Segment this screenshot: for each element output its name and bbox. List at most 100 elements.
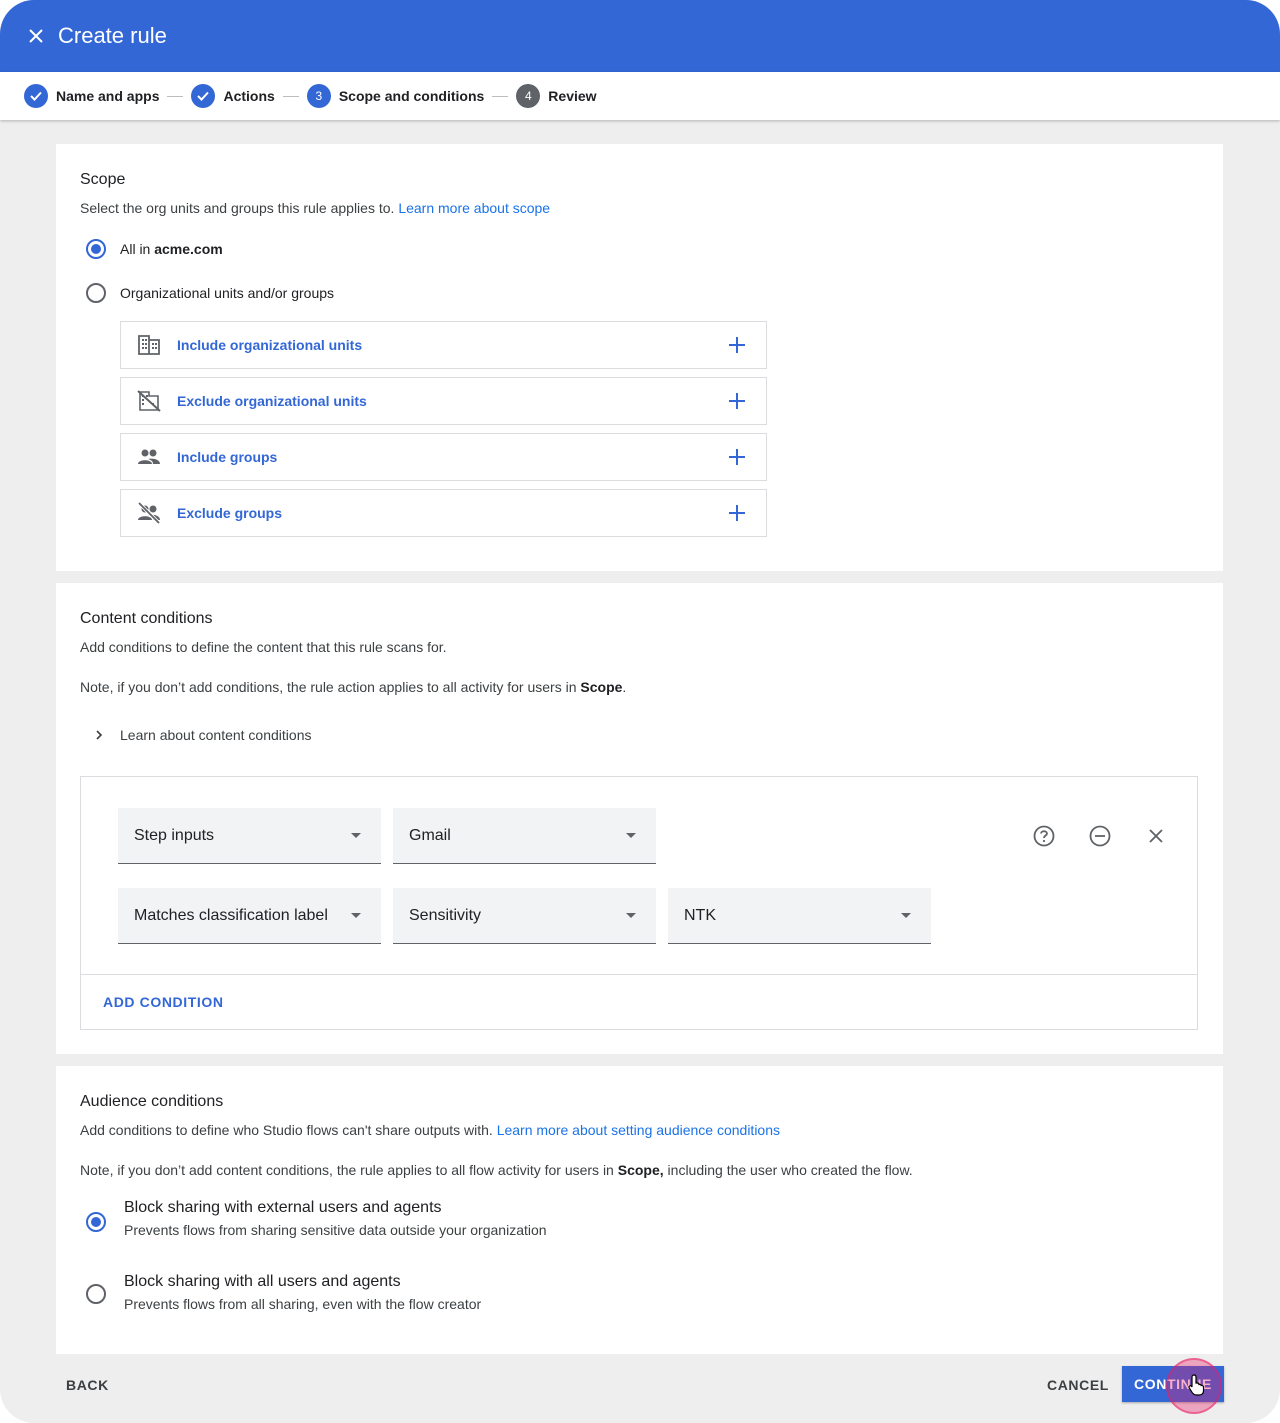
close-icon[interactable] [24, 24, 48, 48]
include-groups-picker[interactable]: Include groups [120, 433, 767, 481]
step-number: 4 [516, 84, 541, 108]
step-review[interactable]: 4 Review [516, 84, 597, 108]
stepper: Name and apps Actions 3 Scope and condit… [0, 72, 1280, 120]
scope-title: Scope [80, 171, 126, 188]
picker-label: Exclude groups [177, 505, 283, 521]
condition-field-select[interactable]: Step inputs [118, 808, 381, 864]
divider [81, 974, 1197, 975]
radio-all-domain[interactable] [86, 239, 106, 259]
condition-app-select[interactable]: Gmail [393, 808, 656, 864]
condition-operator-select[interactable]: Matches classification label [118, 888, 381, 944]
learn-more-scope-link[interactable]: Learn more about scope [398, 200, 550, 216]
radio-org-units-groups[interactable] [86, 283, 106, 303]
select-value: Matches classification label [134, 906, 328, 924]
scope-option-ous: Organizational units and/or groups [86, 283, 334, 303]
back-button[interactable]: BACK [66, 1377, 109, 1393]
step-actions[interactable]: Actions [191, 84, 275, 108]
scope-card: Scope Select the org units and groups th… [56, 144, 1223, 571]
option-subtitle: Prevents flows from all sharing, even wi… [124, 1296, 482, 1312]
scope-description-text: Select the org units and groups this rul… [80, 200, 399, 216]
plus-icon [729, 505, 745, 521]
audience-option-external: Block sharing with external users and ag… [124, 1199, 547, 1238]
exclude-org-units-picker[interactable]: Exclude organizational units [120, 377, 767, 425]
content-conditions-note: Note, if you don’t add conditions, the r… [80, 679, 626, 695]
dropdown-arrow-icon [901, 913, 911, 918]
remove-condition-icon[interactable] [1088, 824, 1112, 848]
note-suffix: . [622, 679, 627, 695]
learn-content-conditions-toggle[interactable]: Learn about content conditions [94, 727, 311, 743]
content-conditions-title: Content conditions [80, 610, 213, 627]
content-conditions-card: Content conditions Add conditions to def… [56, 583, 1223, 1054]
domain-name: acme.com [154, 241, 223, 257]
option-title: Block sharing with external users and ag… [124, 1199, 442, 1216]
scope-description: Select the org units and groups this rul… [80, 200, 550, 216]
note-text: Note, if you don’t add conditions, the r… [80, 679, 581, 695]
radio-block-external[interactable] [86, 1212, 106, 1232]
note-text: Note, if you don’t add content condition… [80, 1162, 618, 1178]
note-suffix: including the user who created the flow. [663, 1162, 913, 1178]
dropdown-arrow-icon [626, 913, 636, 918]
picker-label: Exclude organizational units [177, 393, 367, 409]
app-bar: Create rule [0, 0, 1280, 72]
picker-label: Include groups [177, 449, 278, 465]
step-label: Name and apps [56, 88, 160, 104]
plus-icon [729, 337, 745, 353]
audience-conditions-card: Audience conditions Add conditions to de… [56, 1066, 1223, 1354]
select-value: Step inputs [134, 826, 215, 844]
add-condition-button[interactable]: ADD CONDITION [103, 994, 224, 1010]
note-strong: Scope [580, 679, 623, 695]
audience-description-text: Add conditions to define who Studio flow… [80, 1122, 497, 1138]
chevron-right-icon [96, 730, 103, 740]
group-icon [121, 449, 177, 465]
step-divider [167, 95, 184, 97]
content-conditions-description: Add conditions to define the content tha… [80, 639, 447, 655]
scope-option-all-label: All in acme.com [120, 241, 223, 257]
scope-option-ous-label: Organizational units and/or groups [120, 285, 335, 301]
condition-group: Step inputs Gmail Matches classification… [80, 776, 1198, 1030]
audience-option-all: Block sharing with all users and agents … [124, 1273, 481, 1312]
dropdown-arrow-icon [626, 833, 636, 838]
step-label: Review [548, 88, 597, 104]
help-icon[interactable] [1032, 824, 1056, 848]
select-value: Gmail [409, 826, 451, 844]
group-off-icon [121, 502, 177, 524]
create-rule-dialog: Create rule Name and apps Actions 3 Scop… [0, 0, 1280, 1423]
audience-conditions-title: Audience conditions [80, 1093, 224, 1110]
step-label: Actions [223, 88, 275, 104]
building-icon [121, 335, 177, 355]
step-name-and-apps[interactable]: Name and apps [24, 84, 159, 108]
audience-conditions-description: Add conditions to define who Studio flow… [80, 1122, 780, 1138]
option-subtitle: Prevents flows from sharing sensitive da… [124, 1222, 547, 1238]
step-divider [492, 95, 509, 97]
delete-condition-icon[interactable] [1144, 824, 1168, 848]
plus-icon [729, 393, 745, 409]
step-scope-and-conditions[interactable]: 3 Scope and conditions [306, 84, 485, 108]
condition-label-select[interactable]: Sensitivity [393, 888, 656, 944]
select-value: Sensitivity [409, 906, 482, 924]
exclude-groups-picker[interactable]: Exclude groups [120, 489, 767, 537]
condition-value-select[interactable]: NTK [668, 888, 931, 944]
learn-toggle-label: Learn about content conditions [120, 727, 312, 743]
dropdown-arrow-icon [351, 833, 361, 838]
picker-label: Include organizational units [177, 337, 363, 353]
step-number: 3 [306, 84, 331, 108]
audience-conditions-note: Note, if you don’t add content condition… [80, 1162, 913, 1178]
include-org-units-picker[interactable]: Include organizational units [120, 321, 767, 369]
option-title: Block sharing with all users and agents [124, 1273, 401, 1290]
plus-icon [729, 449, 745, 465]
step-label: Scope and conditions [338, 88, 485, 104]
radio-block-all[interactable] [86, 1284, 106, 1304]
select-value: NTK [684, 906, 716, 924]
note-strong: Scope, [617, 1162, 664, 1178]
check-icon [24, 84, 48, 108]
building-off-icon [121, 390, 177, 412]
learn-more-audience-link[interactable]: Learn more about setting audience condit… [497, 1122, 780, 1138]
scope-option-all: All in acme.com [86, 239, 223, 259]
cancel-button[interactable]: CANCEL [1047, 1377, 1109, 1393]
dropdown-arrow-icon [351, 913, 361, 918]
page-title: Create rule [58, 23, 167, 48]
scope-option-all-prefix: All in [120, 241, 155, 257]
step-divider [282, 95, 299, 97]
check-icon [191, 84, 216, 108]
continue-button[interactable]: CONTINUE [1122, 1366, 1224, 1402]
